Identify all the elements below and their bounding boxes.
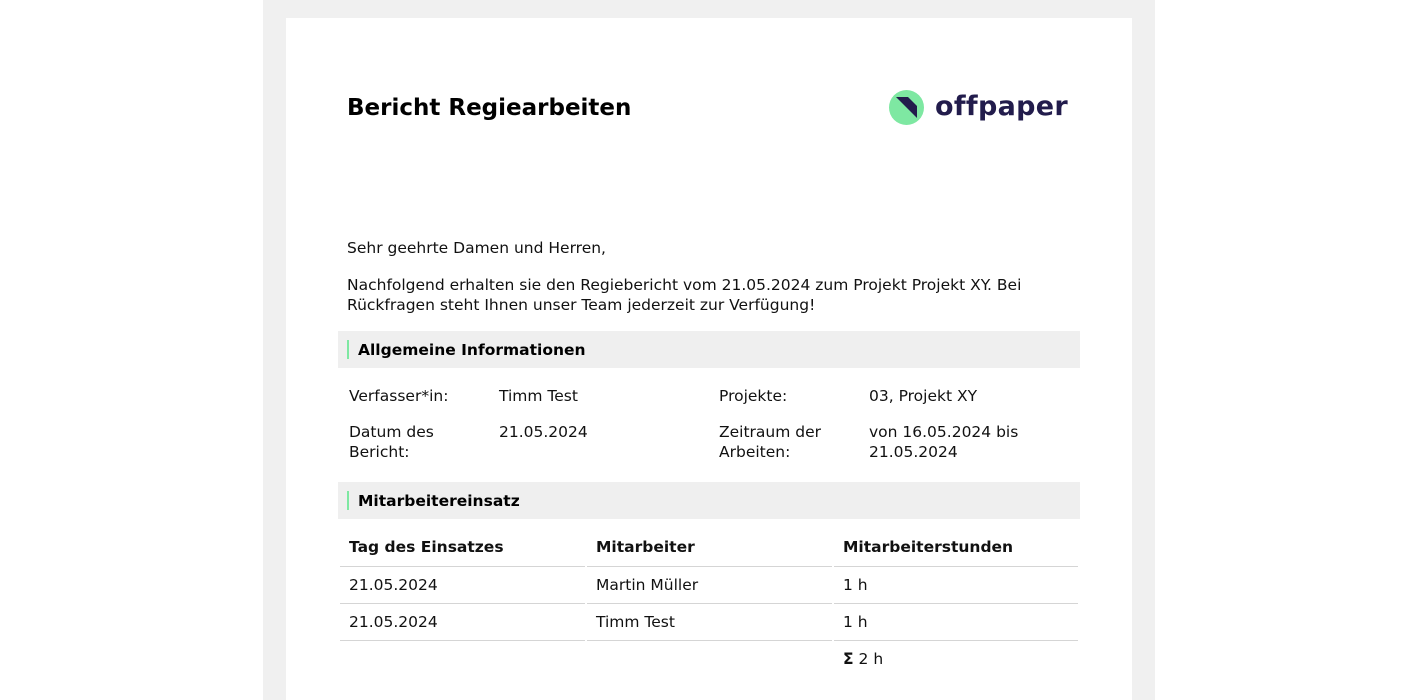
- table-row: 21.05.2024 Martin Müller 1 h: [340, 567, 1078, 604]
- date-label: Datum des Bericht:: [349, 423, 434, 461]
- report-title: Bericht Regiearbeiten: [347, 95, 632, 121]
- table-header-row: Tag des Einsatzes Mitarbeiter Mitarbeite…: [340, 528, 1078, 567]
- table-row: 21.05.2024 Timm Test 1 h: [340, 604, 1078, 641]
- sum-symbol: Σ: [843, 650, 854, 668]
- cell-day: 21.05.2024: [340, 567, 585, 604]
- cell-hours: 1 h: [834, 604, 1078, 641]
- staff-table: Tag des Einsatzes Mitarbeiter Mitarbeite…: [338, 528, 1080, 677]
- brand-logo: offpaper: [889, 88, 1068, 126]
- cell-employee: Martin Müller: [587, 567, 832, 604]
- cell-empty: [340, 641, 585, 677]
- table-sum-row: Σ 2 h: [340, 641, 1078, 677]
- cell-empty: [587, 641, 832, 677]
- section-heading: Mitarbeitereinsatz: [358, 491, 520, 510]
- cell-employee: Timm Test: [587, 604, 832, 641]
- period-value: von 16.05.2024 bis 21.05.2024: [869, 423, 1019, 461]
- section-accent-bar: [347, 340, 349, 359]
- brand-name: offpaper: [935, 91, 1068, 122]
- cell-day: 21.05.2024: [340, 604, 585, 641]
- column-header-employee: Mitarbeiter: [587, 528, 832, 567]
- sum-value: 2 h: [858, 650, 884, 668]
- projects-value: 03, Projekt XY: [869, 387, 978, 405]
- author-label: Verfasser*in:: [349, 387, 449, 405]
- period-label: Zeitraum der Arbeiten:: [719, 423, 822, 461]
- section-staff: Mitarbeitereinsatz: [338, 482, 1080, 519]
- greeting-text: Sehr geehrte Damen und Herren,: [347, 239, 606, 257]
- cell-sum: Σ 2 h: [834, 641, 1078, 677]
- cell-hours: 1 h: [834, 567, 1078, 604]
- column-header-day: Tag des Einsatzes: [340, 528, 585, 567]
- offpaper-logo-icon: [889, 89, 924, 125]
- date-value: 21.05.2024: [499, 423, 588, 441]
- section-heading: Allgemeine Informationen: [358, 340, 586, 359]
- column-header-hours: Mitarbeiterstunden: [834, 528, 1078, 567]
- intro-text: Nachfolgend erhalten sie den Regieberich…: [347, 276, 1022, 314]
- projects-label: Projekte:: [719, 387, 788, 405]
- section-general-info: Allgemeine Informationen: [338, 331, 1080, 368]
- author-value: Timm Test: [499, 387, 578, 405]
- section-accent-bar: [347, 491, 349, 510]
